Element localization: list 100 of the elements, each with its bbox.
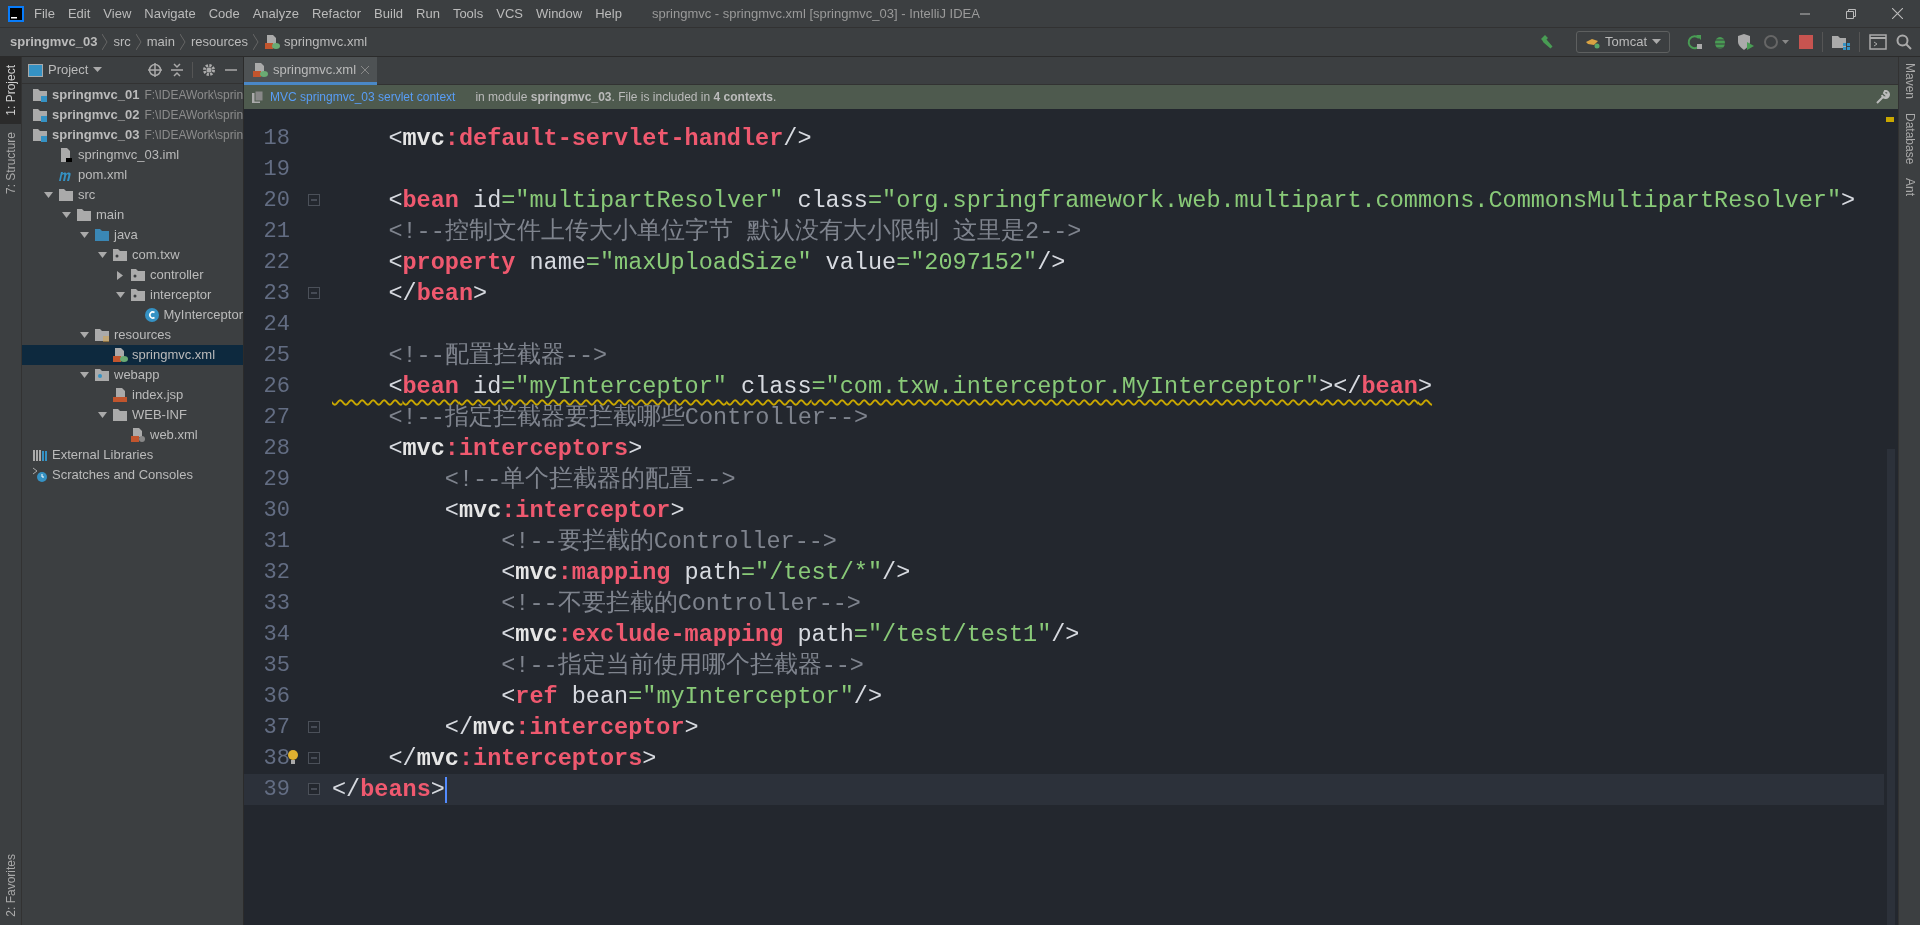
warning-marker bbox=[1886, 117, 1894, 122]
code-line: <bean id="myInterceptor" class="com.txw.interceptor.MyInterceptor"></bean> bbox=[387, 372, 1433, 402]
line-number: 36 bbox=[262, 683, 290, 711]
expanded-caret-icon[interactable] bbox=[80, 330, 89, 340]
tool-window-tab[interactable]: 7: Structure bbox=[0, 123, 21, 202]
expanded-caret-icon[interactable] bbox=[116, 290, 125, 300]
menu-item[interactable]: Window bbox=[535, 3, 583, 24]
line-number: 28 bbox=[262, 435, 290, 463]
coverage-shield-icon[interactable] bbox=[1737, 34, 1755, 50]
profile-dropdown-icon[interactable] bbox=[1764, 34, 1790, 50]
tree-item[interactable]: interceptor bbox=[22, 285, 243, 305]
menu-item[interactable]: VCS bbox=[496, 3, 523, 24]
tree-item[interactable]: java bbox=[22, 225, 243, 245]
tool-window-tab[interactable]: 1: Project bbox=[0, 57, 21, 124]
tree-item[interactable]: springmvc_01 F:\IDEAWork\sprin bbox=[22, 85, 243, 105]
line-number: 29 bbox=[262, 466, 290, 494]
menu-item[interactable]: Build bbox=[374, 3, 403, 24]
collapsed-caret-icon[interactable] bbox=[116, 270, 125, 280]
chevron-icon bbox=[102, 34, 109, 50]
menu-item[interactable]: Navigate bbox=[144, 3, 196, 24]
lightbulb-icon[interactable] bbox=[287, 749, 299, 765]
run-config-dropdown[interactable]: Tomcat bbox=[1576, 31, 1670, 53]
locate-target-icon[interactable] bbox=[148, 63, 162, 77]
menu-item[interactable]: Edit bbox=[67, 3, 91, 24]
expanded-caret-icon[interactable] bbox=[98, 410, 107, 420]
module-folder-icon bbox=[32, 127, 48, 143]
package-folder-icon bbox=[130, 287, 146, 303]
code-line: </beans> bbox=[332, 775, 445, 805]
menu-item[interactable]: Analyze bbox=[252, 3, 299, 24]
breadcrumb-item[interactable]: springmvc_03 bbox=[10, 32, 98, 52]
collapse-all-icon[interactable] bbox=[171, 63, 183, 77]
tool-window-tab[interactable]: Maven bbox=[1900, 63, 1919, 100]
tree-item[interactable]: web.xml bbox=[22, 425, 243, 445]
code-line: <ref bean="myInterceptor"/> bbox=[500, 682, 883, 712]
tree-item[interactable]: springmvc.xml bbox=[22, 345, 243, 365]
tree-item[interactable]: WEB-INF bbox=[22, 405, 243, 425]
tree-item[interactable]: springmvc_02 F:\IDEAWork\sprin bbox=[22, 105, 243, 125]
tree-item[interactable]: resources bbox=[22, 325, 243, 345]
code-line: <!--指定当前使用哪个拦截器--> bbox=[500, 651, 864, 681]
text-caret bbox=[444, 776, 447, 803]
project-structure-icon[interactable] bbox=[1832, 34, 1850, 50]
layout-icon[interactable] bbox=[1869, 34, 1887, 50]
code-line: <mvc:exclude-mapping path="/test/test1"/> bbox=[500, 620, 1080, 650]
expanded-caret-icon[interactable] bbox=[80, 370, 89, 380]
package-folder-icon bbox=[130, 267, 146, 283]
wrench-icon[interactable] bbox=[1876, 90, 1890, 104]
line-number: 18 bbox=[262, 125, 290, 153]
xml-file-icon bbox=[264, 34, 281, 50]
module-folder-icon bbox=[32, 87, 48, 103]
menu-item[interactable]: Run bbox=[416, 3, 440, 24]
menu-item[interactable]: View bbox=[103, 3, 132, 24]
line-number: 22 bbox=[262, 249, 290, 277]
breadcrumb-item[interactable]: src bbox=[113, 32, 131, 52]
tree-item[interactable]: springmvc_03.iml bbox=[22, 145, 243, 165]
tool-window-tab[interactable]: 2: Favorites bbox=[0, 846, 21, 925]
jsp-file-icon bbox=[112, 387, 128, 403]
menu-item[interactable]: Help bbox=[595, 3, 622, 24]
menu-item[interactable]: Code bbox=[208, 3, 240, 24]
tool-window-tab[interactable]: Ant bbox=[1900, 178, 1919, 197]
search-icon[interactable] bbox=[1896, 34, 1912, 50]
tree-item[interactable]: com.txw bbox=[22, 245, 243, 265]
project-view-dropdown[interactable]: Project bbox=[28, 60, 103, 80]
fold-marker-icon[interactable] bbox=[308, 752, 320, 764]
code-line: <!--不要拦截的Controller--> bbox=[500, 589, 861, 619]
code-line: <mvc:interceptor> bbox=[443, 496, 685, 526]
tree-item[interactable]: Scratches and Consoles bbox=[22, 465, 243, 485]
line-number: 24 bbox=[262, 311, 290, 339]
menu-item[interactable]: Tools bbox=[452, 3, 484, 24]
tree-item[interactable]: index.jsp bbox=[22, 385, 243, 405]
contexts-icon bbox=[252, 91, 264, 103]
tree-item[interactable]: pom.xml bbox=[22, 165, 243, 185]
folder-icon bbox=[76, 207, 92, 223]
code-line: <!--单个拦截器的配置--> bbox=[443, 465, 736, 495]
tree-item[interactable]: webapp bbox=[22, 365, 243, 385]
rerun-icon[interactable] bbox=[1687, 34, 1703, 50]
tree-item[interactable]: MyInterceptor bbox=[22, 305, 243, 325]
fold-marker-icon[interactable] bbox=[308, 287, 320, 299]
debug-bug-icon[interactable] bbox=[1712, 34, 1728, 50]
code-line: <mvc:default-servlet-handler/> bbox=[387, 124, 812, 154]
settings-icon[interactable] bbox=[202, 63, 216, 77]
tree-item[interactable]: controller bbox=[22, 265, 243, 285]
line-number: 39 bbox=[262, 776, 290, 804]
tree-item[interactable]: main bbox=[22, 205, 243, 225]
editor-tab[interactable]: springmvc.xml bbox=[244, 57, 378, 85]
tool-window-tab[interactable]: Database bbox=[1900, 113, 1919, 165]
fold-marker-icon[interactable] bbox=[308, 194, 320, 206]
module-folder-icon bbox=[32, 107, 48, 123]
fold-marker-icon[interactable] bbox=[308, 721, 320, 733]
close-icon bbox=[1891, 8, 1903, 19]
code-line: <!--指定拦截器要拦截哪些Controller--> bbox=[387, 403, 869, 433]
menu-item[interactable]: File bbox=[34, 3, 55, 24]
tree-item[interactable]: src bbox=[22, 185, 243, 205]
breadcrumb-item[interactable]: springmvc.xml bbox=[264, 32, 368, 52]
fold-marker-icon[interactable] bbox=[308, 783, 320, 795]
tree-item[interactable]: External Libraries bbox=[22, 445, 243, 465]
breadcrumb-item[interactable]: main bbox=[146, 32, 175, 52]
tree-item[interactable]: springmvc_03 F:\IDEAWork\sprin bbox=[22, 125, 243, 145]
line-number: 26 bbox=[262, 373, 290, 401]
menu-item[interactable]: Refactor bbox=[311, 3, 362, 24]
breadcrumb-item[interactable]: resources bbox=[190, 32, 249, 52]
